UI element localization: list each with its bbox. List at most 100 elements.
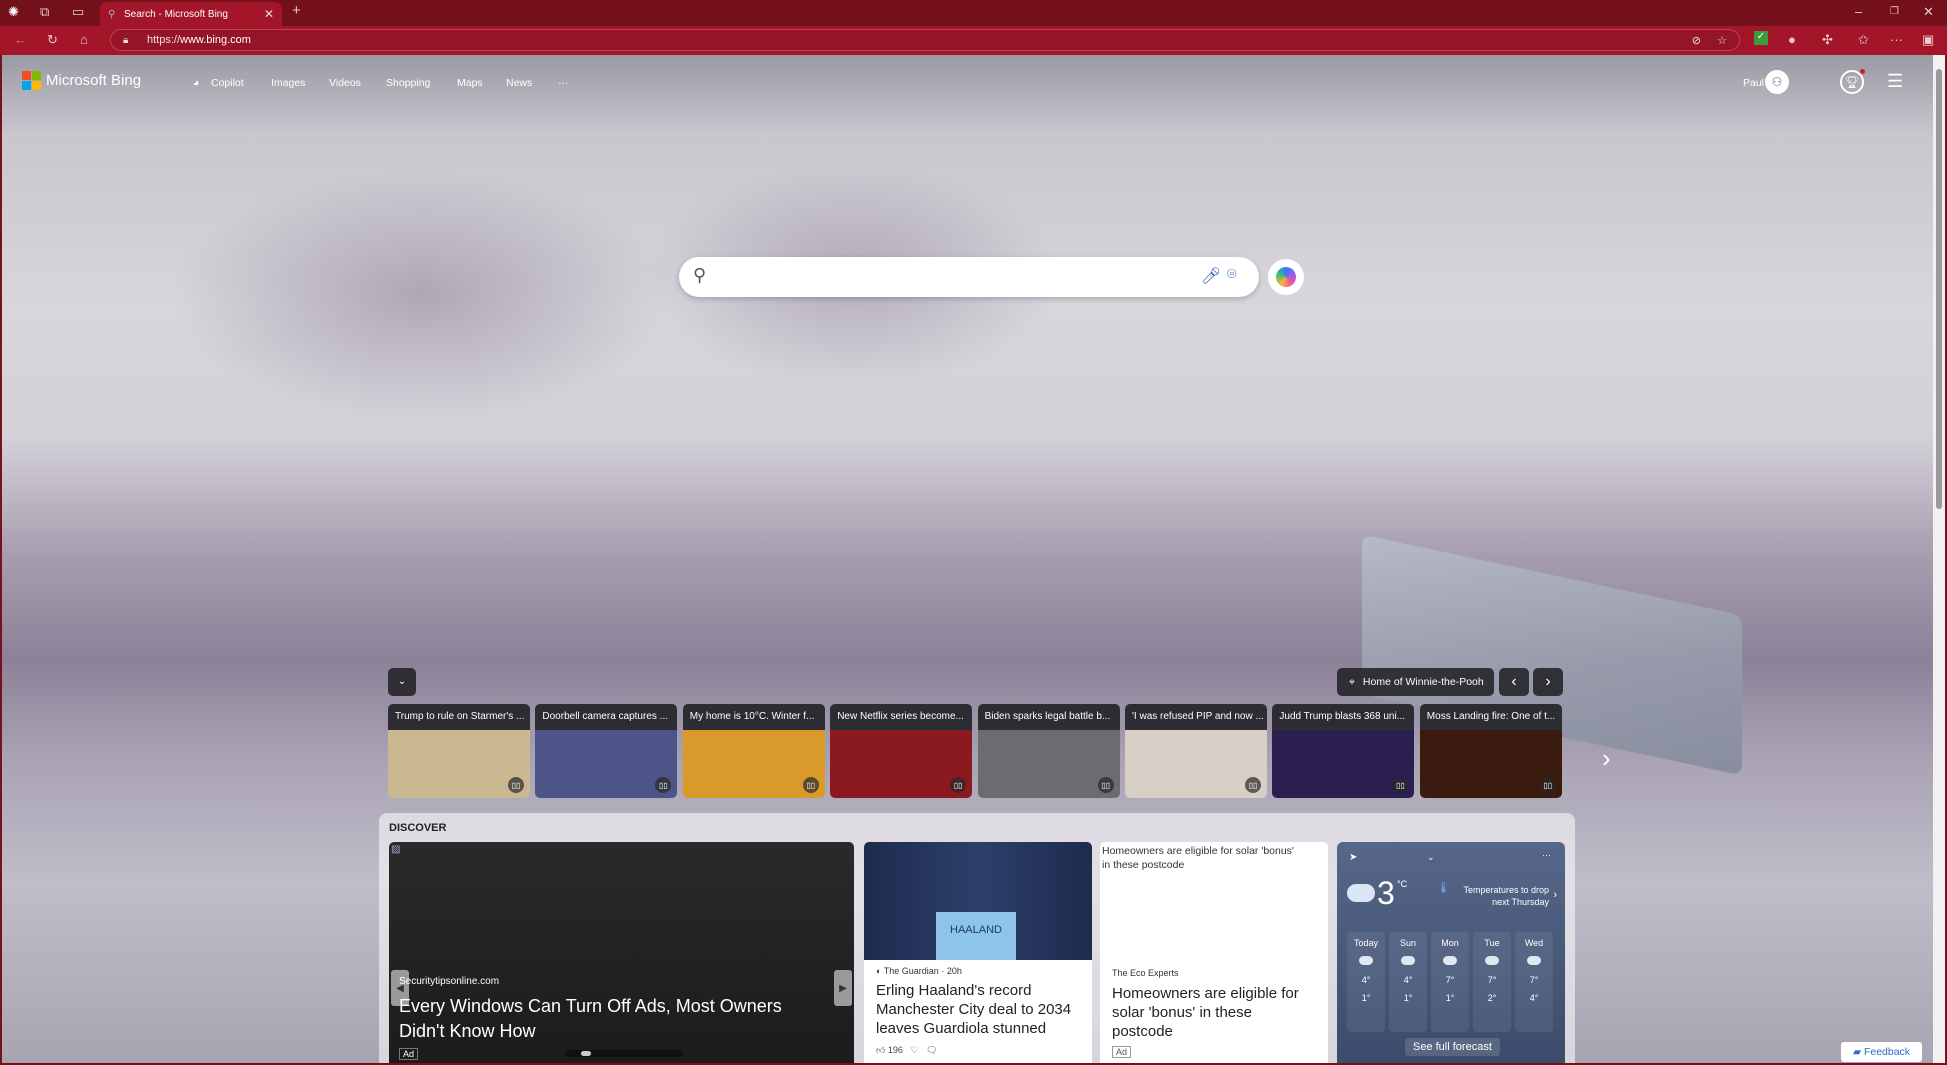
bing-logo[interactable]: Microsoft Bing: [22, 71, 141, 90]
weather-alert[interactable]: Temperatures to drop next Thursday: [1449, 884, 1549, 908]
restore-icon[interactable]: ❐: [1890, 6, 1899, 17]
back-icon[interactable]: ←: [14, 32, 27, 47]
extension-check-icon[interactable]: ✓: [1754, 31, 1768, 45]
promo-card[interactable]: Homeowners are eligible for solar 'bonus…: [1100, 842, 1328, 1063]
ad-title[interactable]: Every Windows Can Turn Off Ads, Most Own…: [399, 994, 819, 1044]
settings-more-icon[interactable]: ···: [1890, 32, 1903, 47]
ad-card[interactable]: ▨ ◀ ▶ Securitytipsonline.com Every Windo…: [389, 842, 854, 1063]
page-scrollbar[interactable]: [1933, 55, 1945, 1063]
reader-icon[interactable]: ▯▯: [802, 777, 819, 793]
news-title: New Netflix series become...: [830, 704, 973, 730]
close-window-icon[interactable]: ✕: [1923, 4, 1934, 20]
day-low: 1°: [1361, 993, 1371, 1003]
tab-title: Search - Microsoft Bing: [124, 8, 228, 20]
promo-badge: Ad: [1112, 1046, 1132, 1058]
user-name[interactable]: Paul: [1743, 77, 1764, 89]
forecast-day[interactable]: Mon 7° 1°: [1431, 932, 1469, 1032]
location-label: Home of Winnie-the-Pooh: [1362, 676, 1484, 688]
news-card[interactable]: My home is 10°C. Winter f... ▯▯: [682, 704, 825, 798]
news-next-chevron-icon[interactable]: ›: [1602, 743, 1611, 774]
top-nav: Microsoft Bing ◕ Copilot Images Videos S…: [2, 55, 1945, 111]
nav-maps[interactable]: Maps: [457, 77, 483, 89]
full-forecast-button[interactable]: See full forecast: [1405, 1038, 1500, 1056]
day-low: 1°: [1403, 993, 1413, 1003]
microsoft-logo-icon: [22, 71, 41, 90]
story-card[interactable]: HAALAND ◐ The Guardian · 20h Erling Haal…: [864, 842, 1092, 1063]
extension-icon[interactable]: ●: [1788, 32, 1796, 47]
like-icon[interactable]: 👍︎: [876, 1045, 885, 1055]
broken-image-icon: ▨: [391, 844, 401, 855]
forecast-day[interactable]: Today 4° 1°: [1347, 932, 1385, 1032]
extensions-puzzle-icon[interactable]: ✣: [1822, 32, 1833, 48]
nav-news[interactable]: News: [506, 77, 532, 89]
next-image-button[interactable]: ›: [1533, 668, 1563, 696]
news-card[interactable]: Trump to rule on Starmer's ... ▯▯: [388, 704, 530, 798]
forecast-day[interactable]: Tue 7° 2°: [1473, 932, 1511, 1032]
profile-icon[interactable]: ✺: [8, 4, 19, 20]
reader-icon[interactable]: ▯▯: [1245, 777, 1261, 793]
search-input[interactable]: [723, 265, 1143, 289]
bing-homepage: Microsoft Bing ◕ Copilot Images Videos S…: [2, 55, 1945, 1063]
collapse-news-button[interactable]: ⌄: [388, 668, 416, 696]
reader-icon[interactable]: ▯▯: [950, 777, 967, 793]
reader-icon[interactable]: ▯▯: [1392, 777, 1409, 793]
carousel-dots[interactable]: [565, 1050, 683, 1057]
visual-search-icon[interactable]: ⌾: [1227, 266, 1237, 284]
previous-image-button[interactable]: ‹: [1499, 668, 1529, 696]
ad-next-button[interactable]: ▶: [834, 970, 852, 1006]
nav-shopping[interactable]: Shopping: [386, 77, 430, 89]
reader-icon[interactable]: ▯▯: [1097, 777, 1114, 793]
address-bar[interactable]: 🔒︎ https://www.bing.com ⊘ ☆: [110, 29, 1740, 51]
menu-hamburger-icon[interactable]: ☰: [1887, 71, 1903, 92]
reader-icon[interactable]: ▯▯: [508, 777, 524, 793]
alert-chevron-icon[interactable]: ›: [1553, 889, 1557, 901]
favorites-icon[interactable]: ✩: [1858, 32, 1869, 48]
news-card[interactable]: New Netflix series become... ▯▯: [830, 704, 973, 798]
minimize-icon[interactable]: –: [1855, 4, 1862, 19]
tab-bing[interactable]: ⚲ Search - Microsoft Bing ✕: [100, 2, 282, 26]
tab-actions-icon[interactable]: ▭: [72, 4, 84, 20]
feedback-label: Feedback: [1863, 1046, 1911, 1058]
feedback-button[interactable]: ▰ Feedback: [1841, 1042, 1922, 1062]
weather-more-button[interactable]: ···: [1542, 850, 1551, 860]
news-card[interactable]: Judd Trump blasts 368 uni... ▯▯: [1272, 704, 1415, 798]
location-dropdown-icon[interactable]: ⌄: [1427, 852, 1435, 863]
ad-source: Securitytipsonline.com: [399, 976, 500, 987]
close-tab-icon[interactable]: ✕: [264, 7, 274, 21]
news-card[interactable]: Biden sparks legal battle b... ▯▯: [977, 704, 1120, 798]
nav-images[interactable]: Images: [271, 77, 305, 89]
microphone-icon[interactable]: 🎤︎: [1201, 266, 1221, 286]
sidebar-icon[interactable]: ▣: [1922, 32, 1934, 48]
weather-widget[interactable]: ➤ ⌄ ··· 3 °C 🌡︎ Temperatures to drop nex…: [1337, 842, 1565, 1063]
news-card[interactable]: Moss Landing fire: One of t... ▯▯: [1419, 704, 1562, 798]
forecast-day[interactable]: Sun 4° 1°: [1389, 932, 1427, 1032]
refresh-icon[interactable]: ↻: [47, 32, 58, 48]
comment-icon[interactable]: 🗨︎: [926, 1045, 937, 1055]
news-title: Moss Landing fire: One of t...: [1419, 704, 1562, 730]
news-card[interactable]: 'I was refused PIP and now ... ▯▯: [1125, 704, 1267, 798]
promo-image-alt: Homeowners are eligible for solar 'bonus…: [1102, 845, 1294, 871]
reader-icon[interactable]: ▯▯: [655, 777, 672, 793]
workspaces-icon[interactable]: ⧉: [40, 4, 49, 20]
scrollbar-thumb[interactable]: [1936, 69, 1942, 509]
nav-more[interactable]: ···: [558, 77, 569, 89]
day-high: 7°: [1445, 975, 1455, 985]
user-avatar-icon[interactable]: ⚇: [1765, 70, 1789, 94]
new-tab-icon[interactable]: +: [292, 2, 301, 19]
tracking-prevention-icon[interactable]: ⊘: [1692, 34, 1701, 47]
nav-videos[interactable]: Videos: [329, 77, 361, 89]
dislike-icon[interactable]: ♡: [910, 1045, 918, 1055]
story-age: · 20h: [941, 966, 962, 976]
reader-icon[interactable]: ▯▯: [1539, 777, 1556, 793]
news-card[interactable]: Doorbell camera captures ... ▯▯: [535, 704, 678, 798]
temp-unit[interactable]: °C: [1397, 879, 1407, 889]
image-location-button[interactable]: ⌖ Home of Winnie-the-Pooh: [1337, 668, 1494, 696]
promo-title[interactable]: Homeowners are eligible for solar 'bonus…: [1112, 984, 1312, 1041]
copilot-button[interactable]: [1268, 259, 1304, 295]
home-icon[interactable]: ⌂: [80, 32, 88, 47]
nav-copilot[interactable]: Copilot: [211, 77, 244, 89]
story-title[interactable]: Erling Haaland's record Manchester City …: [876, 981, 1086, 1038]
location-arrow-icon[interactable]: ➤: [1349, 852, 1357, 863]
forecast-day[interactable]: Wed 7° 4°: [1515, 932, 1553, 1032]
favorite-star-icon[interactable]: ☆: [1717, 34, 1727, 47]
